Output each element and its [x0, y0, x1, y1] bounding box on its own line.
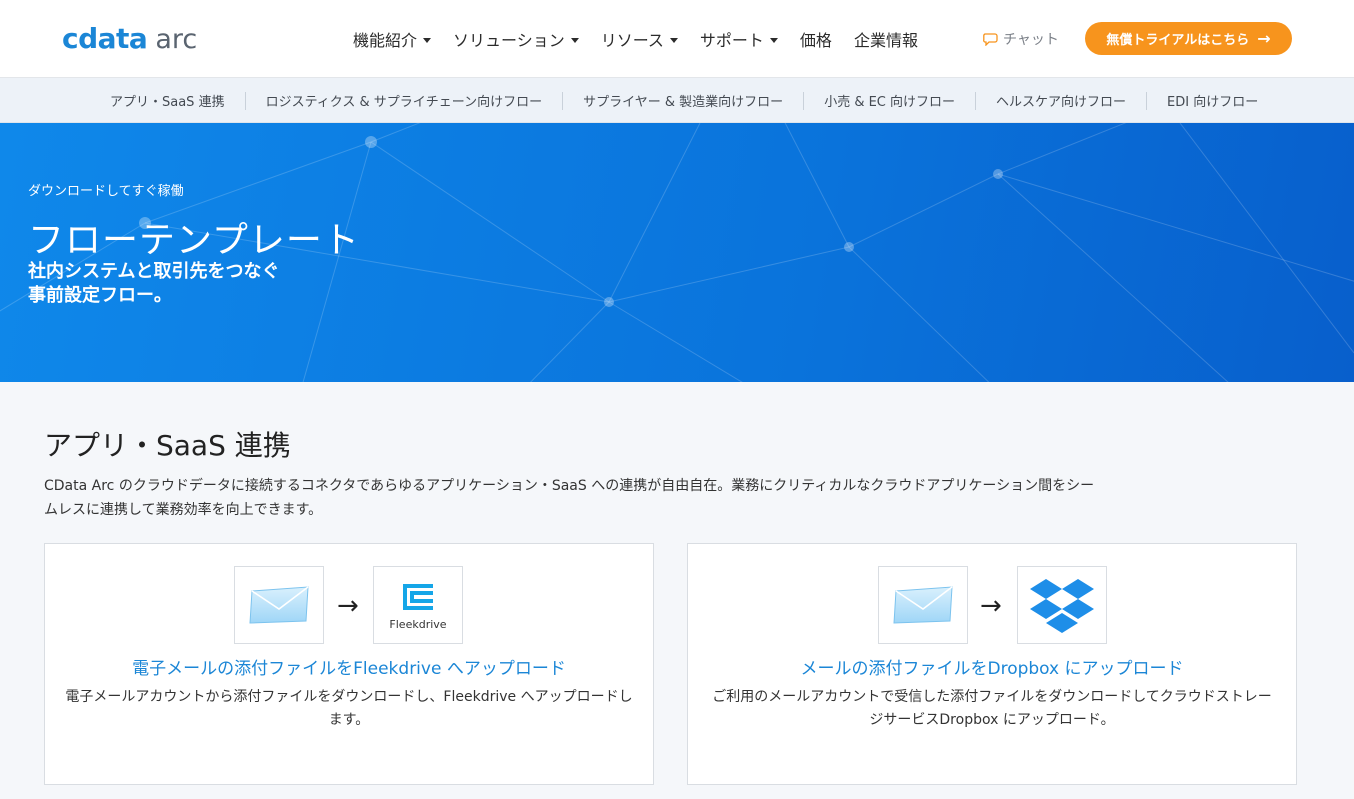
nav-item-support[interactable]: サポート: [700, 27, 778, 51]
page-title: フローテンプレート: [28, 220, 360, 261]
hero-subtitle-line: 社内システムと取引先をつなぐ: [28, 261, 280, 282]
nav-item-label: サポート: [699, 31, 764, 50]
card-description: 電子メールアカウントから添付ファイルをダウンロードし、Fleekdrive へア…: [65, 689, 633, 728]
nav-item-features[interactable]: 機能紹介: [353, 27, 432, 51]
nav-item-label: 企業情報: [853, 31, 918, 50]
subnav-item-retail[interactable]: 小売 & EC 向けフロー: [804, 91, 977, 110]
free-trial-button[interactable]: 無償トライアルはこちら →: [1085, 22, 1292, 55]
section-title: アプリ・SaaS 連携: [44, 429, 291, 462]
logo-primary-text: cdata: [62, 22, 148, 55]
caret-down-icon: [769, 37, 778, 43]
chat-bubble-icon: [983, 32, 998, 46]
subnav-item-healthcare[interactable]: ヘルスケア向けフロー: [976, 91, 1148, 110]
card-description: ご利用のメールアカウントで受信した添付ファイルをダウンロードしてクラウドストレー…: [712, 689, 1272, 728]
nav-item-label: 機能紹介: [353, 31, 418, 50]
flow-template-card[interactable]: → メールの添付ファイルをDropbox にアップロード ご利用のメールアカウン…: [687, 543, 1297, 785]
hero-subtitle: 社内システムと取引先をつなぐ 事前設定フロー。: [28, 260, 279, 308]
top-navigation: cdata arc 機能紹介 ソリューション リソース サポート 価格 企業情報: [0, 0, 1354, 78]
arrow-right-icon: →: [1257, 29, 1271, 48]
chat-link[interactable]: チャット: [983, 29, 1059, 49]
dropbox-logo-icon: [1017, 566, 1107, 644]
nav-item-label: リソース: [600, 31, 664, 50]
free-trial-label: 無償トライアルはこちら: [1106, 33, 1250, 48]
nav-item-label: ソリューション: [453, 31, 565, 50]
email-envelope-icon: [234, 566, 324, 644]
card-title-link[interactable]: 電子メールの添付ファイルをFleekdrive へアップロード: [45, 654, 653, 679]
email-envelope-icon: [878, 566, 968, 644]
card-title-link[interactable]: メールの添付ファイルをDropbox にアップロード: [688, 654, 1296, 679]
subnav-item-logistics[interactable]: ロジスティクス & サプライチェーン向けフロー: [246, 91, 564, 110]
subnav-item-edi[interactable]: EDI 向けフロー: [1147, 92, 1278, 110]
hero-subtitle-line: 事前設定フロー。: [28, 285, 172, 306]
hero-eyebrow: ダウンロードしてすぐ稼働: [28, 184, 184, 199]
subnav-item-app-saas[interactable]: アプリ・SaaS 連携: [90, 91, 246, 110]
arrow-right-icon: →: [980, 591, 1002, 621]
main-nav: 機能紹介 ソリューション リソース サポート 価格 企業情報: [353, 28, 940, 50]
logo-secondary-text: arc: [155, 24, 198, 55]
nav-item-company[interactable]: 企業情報: [854, 27, 918, 51]
subnav-item-supplier[interactable]: サプライヤー & 製造業向けフロー: [563, 91, 805, 110]
nav-item-pricing[interactable]: 価格: [800, 27, 832, 51]
nav-item-label: 価格: [799, 31, 832, 50]
caret-down-icon: [423, 37, 432, 43]
section-description: CData Arc のクラウドデータに接続するコネクタであらゆるアプリケーション…: [44, 478, 1095, 518]
chat-label: チャット: [1003, 32, 1059, 48]
fleekdrive-label: Fleekdrive: [389, 617, 447, 631]
flow-template-card[interactable]: → Fleekdrive 電子メールの添付ファイルをFleekdrive へアッ…: [44, 543, 654, 785]
category-subnav: アプリ・SaaS 連携 ロジスティクス & サプライチェーン向けフロー サプライ…: [0, 78, 1354, 123]
caret-down-icon: [669, 37, 678, 43]
cdata-arc-logo[interactable]: cdata arc: [62, 22, 197, 56]
hero-banner: ダウンロードしてすぐ稼働 フローテンプレート 社内システムと取引先をつなぐ 事前…: [0, 123, 1354, 382]
arrow-right-icon: →: [337, 591, 359, 621]
nav-item-solutions[interactable]: ソリューション: [453, 27, 579, 51]
nav-item-resources[interactable]: リソース: [601, 27, 678, 51]
caret-down-icon: [570, 37, 579, 43]
fleekdrive-logo-icon: Fleekdrive: [373, 566, 463, 644]
